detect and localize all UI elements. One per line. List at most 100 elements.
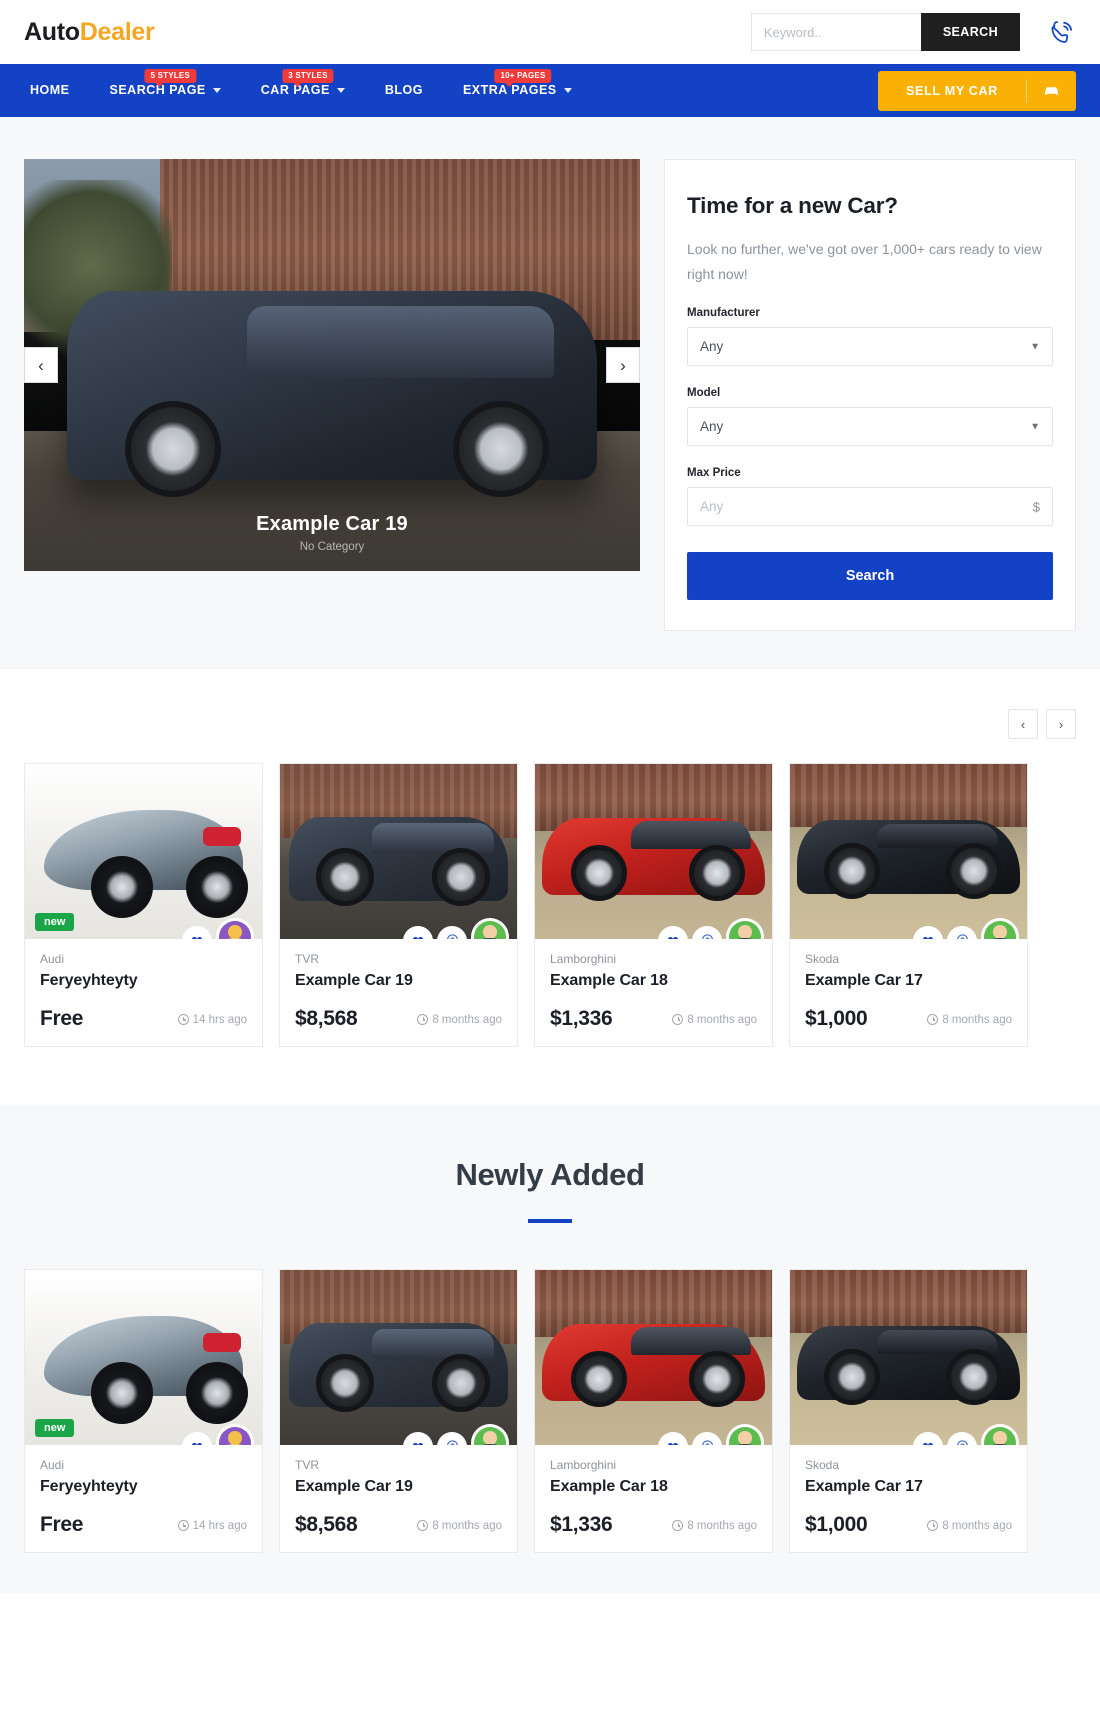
carousel-next-button[interactable]: › bbox=[1046, 709, 1076, 739]
nav-item-extra-pages[interactable]: 10+ PAGES EXTRA PAGES bbox=[443, 64, 592, 117]
car-card[interactable]: new ❤ Audi Feryeyhteyty Free 14 hrs ago bbox=[24, 763, 263, 1047]
avatar-body bbox=[223, 1444, 247, 1445]
car-time-text: 8 months ago bbox=[687, 1013, 757, 1026]
car-wheel bbox=[688, 845, 745, 902]
car-card-footer: $1,336 8 months ago bbox=[550, 1513, 757, 1537]
favorite-icon[interactable]: ❤ bbox=[913, 926, 943, 939]
car-card[interactable]: ❤ TVR Example Car 19 $8,568 8 months ago bbox=[279, 1269, 518, 1553]
car-card-body: TVR Example Car 19 $8,568 8 months ago bbox=[280, 939, 517, 1046]
car-wheel bbox=[91, 1362, 154, 1424]
card-actions: ❤ bbox=[658, 1424, 764, 1445]
favorite-icon[interactable]: ❤ bbox=[658, 1432, 688, 1445]
nav-item-label: HOME bbox=[30, 83, 70, 97]
location-pin-icon[interactable] bbox=[437, 1432, 467, 1445]
seller-avatar[interactable] bbox=[471, 1424, 509, 1445]
search-button[interactable]: SEARCH bbox=[920, 13, 1020, 51]
car-card[interactable]: ❤ Skoda Example Car 17 $1,000 8 months ago bbox=[789, 1269, 1028, 1553]
nav-item-search-page[interactable]: 5 STYLES SEARCH PAGE bbox=[90, 64, 241, 117]
max-price-input[interactable] bbox=[687, 487, 1053, 526]
panel-search-button[interactable]: Search bbox=[687, 552, 1053, 600]
avatar-body bbox=[478, 1444, 502, 1445]
location-pin-icon[interactable] bbox=[692, 1432, 722, 1445]
hero-next-button[interactable]: › bbox=[606, 347, 640, 383]
max-price-label: Max Price bbox=[687, 467, 741, 479]
seller-avatar[interactable] bbox=[981, 1424, 1019, 1445]
avatar-body bbox=[223, 938, 247, 939]
location-pin-icon[interactable] bbox=[692, 926, 722, 939]
car-title[interactable]: Example Car 18 bbox=[550, 1478, 757, 1496]
avatar-head bbox=[483, 1431, 497, 1445]
seller-avatar[interactable] bbox=[726, 918, 764, 939]
seller-avatar[interactable] bbox=[216, 918, 254, 939]
location-pin-icon[interactable] bbox=[947, 926, 977, 939]
clock-icon bbox=[927, 1014, 939, 1025]
car-windows bbox=[631, 821, 752, 850]
car-price: $1,336 bbox=[550, 1007, 613, 1030]
car-brand: Audi bbox=[40, 1458, 65, 1472]
phone-icon[interactable] bbox=[1050, 19, 1076, 45]
car-wheel bbox=[688, 1351, 745, 1408]
car-card[interactable]: ❤ TVR Example Car 19 $8,568 8 months ago bbox=[279, 763, 518, 1047]
car-title[interactable]: Example Car 18 bbox=[550, 972, 757, 990]
car-title[interactable]: Example Car 17 bbox=[805, 972, 1012, 990]
card-actions: ❤ bbox=[182, 918, 254, 939]
car-body bbox=[289, 816, 508, 907]
location-pin-icon[interactable] bbox=[437, 926, 467, 939]
avatar-body bbox=[988, 1444, 1012, 1445]
photo-background bbox=[790, 764, 1027, 827]
card-actions: ❤ bbox=[403, 1424, 509, 1445]
car-wheel bbox=[91, 856, 154, 918]
car-card[interactable]: new ❤ Audi Feryeyhteyty Free 14 hrs ago bbox=[24, 1269, 263, 1553]
car-title[interactable]: Example Car 19 bbox=[295, 972, 502, 990]
car-card[interactable]: ❤ Lamborghini Example Car 18 $1,336 8 months… bbox=[534, 763, 773, 1047]
new-badge: new bbox=[35, 913, 75, 931]
model-select[interactable]: Any bbox=[687, 407, 1053, 446]
car-wheel bbox=[946, 1349, 1003, 1406]
avatar-body bbox=[733, 938, 757, 939]
car-card-body: TVR Example Car 19 $8,568 8 months ago bbox=[280, 1445, 517, 1552]
car-card[interactable]: ❤ Skoda Example Car 17 $1,000 8 months ago bbox=[789, 763, 1028, 1047]
sell-my-car-button[interactable]: SELL MY CAR bbox=[878, 70, 1076, 111]
avatar-head bbox=[483, 925, 497, 939]
avatar-head bbox=[228, 925, 242, 939]
seller-avatar[interactable] bbox=[471, 918, 509, 939]
favorite-icon[interactable]: ❤ bbox=[913, 1432, 943, 1445]
favorite-icon[interactable]: ❤ bbox=[182, 926, 212, 939]
site-logo[interactable]: AutoDealer bbox=[24, 18, 155, 47]
manufacturer-select[interactable]: Any bbox=[687, 327, 1053, 366]
nav-item-blog[interactable]: BLOG bbox=[365, 64, 443, 117]
favorite-icon[interactable]: ❤ bbox=[658, 926, 688, 939]
favorite-icon[interactable]: ❤ bbox=[403, 1432, 433, 1445]
hero-prev-button[interactable]: ‹ bbox=[24, 347, 58, 383]
avatar-body bbox=[478, 938, 502, 939]
nav-item-home[interactable]: HOME bbox=[24, 64, 90, 117]
seller-avatar[interactable] bbox=[726, 1424, 764, 1445]
car-photo bbox=[280, 1270, 517, 1445]
nav-badge: 3 STYLES bbox=[282, 69, 334, 87]
seller-avatar[interactable] bbox=[981, 918, 1019, 939]
seller-avatar[interactable] bbox=[216, 1424, 254, 1445]
chevron-down-icon bbox=[212, 88, 221, 93]
car-title[interactable]: Example Car 19 bbox=[295, 1478, 502, 1496]
car-wheel bbox=[823, 843, 880, 900]
car-wheel bbox=[315, 1354, 374, 1413]
hero-car-windows bbox=[247, 305, 555, 378]
car-card-body: Skoda Example Car 17 $1,000 8 months ago bbox=[790, 1445, 1027, 1552]
car-body bbox=[289, 1322, 508, 1413]
car-title[interactable]: Example Car 17 bbox=[805, 1478, 1012, 1496]
main-nav: HOME 5 STYLES SEARCH PAGE 3 STYLES CAR P… bbox=[0, 64, 1100, 117]
carousel-prev-button[interactable]: ‹ bbox=[1008, 709, 1038, 739]
car-card-media: ❤ bbox=[535, 1270, 772, 1445]
location-pin-icon[interactable] bbox=[947, 1432, 977, 1445]
manufacturer-field: Manufacturer Any ▼ bbox=[687, 307, 1053, 366]
car-title[interactable]: Feryeyhteyty bbox=[40, 972, 247, 990]
newly-added-cards: new ❤ Audi Feryeyhteyty Free 14 hrs ago ❤ TVR Ex… bbox=[24, 1269, 1076, 1553]
car-title[interactable]: Feryeyhteyty bbox=[40, 1478, 247, 1496]
model-label: Model bbox=[687, 387, 721, 399]
favorite-icon[interactable]: ❤ bbox=[182, 1432, 212, 1445]
search-input[interactable] bbox=[750, 13, 921, 51]
nav-item-car-page[interactable]: 3 STYLES CAR PAGE bbox=[241, 64, 365, 117]
car-card[interactable]: ❤ Lamborghini Example Car 18 $1,336 8 months… bbox=[534, 1269, 773, 1553]
favorite-icon[interactable]: ❤ bbox=[403, 926, 433, 939]
chevron-down-icon bbox=[336, 88, 345, 93]
